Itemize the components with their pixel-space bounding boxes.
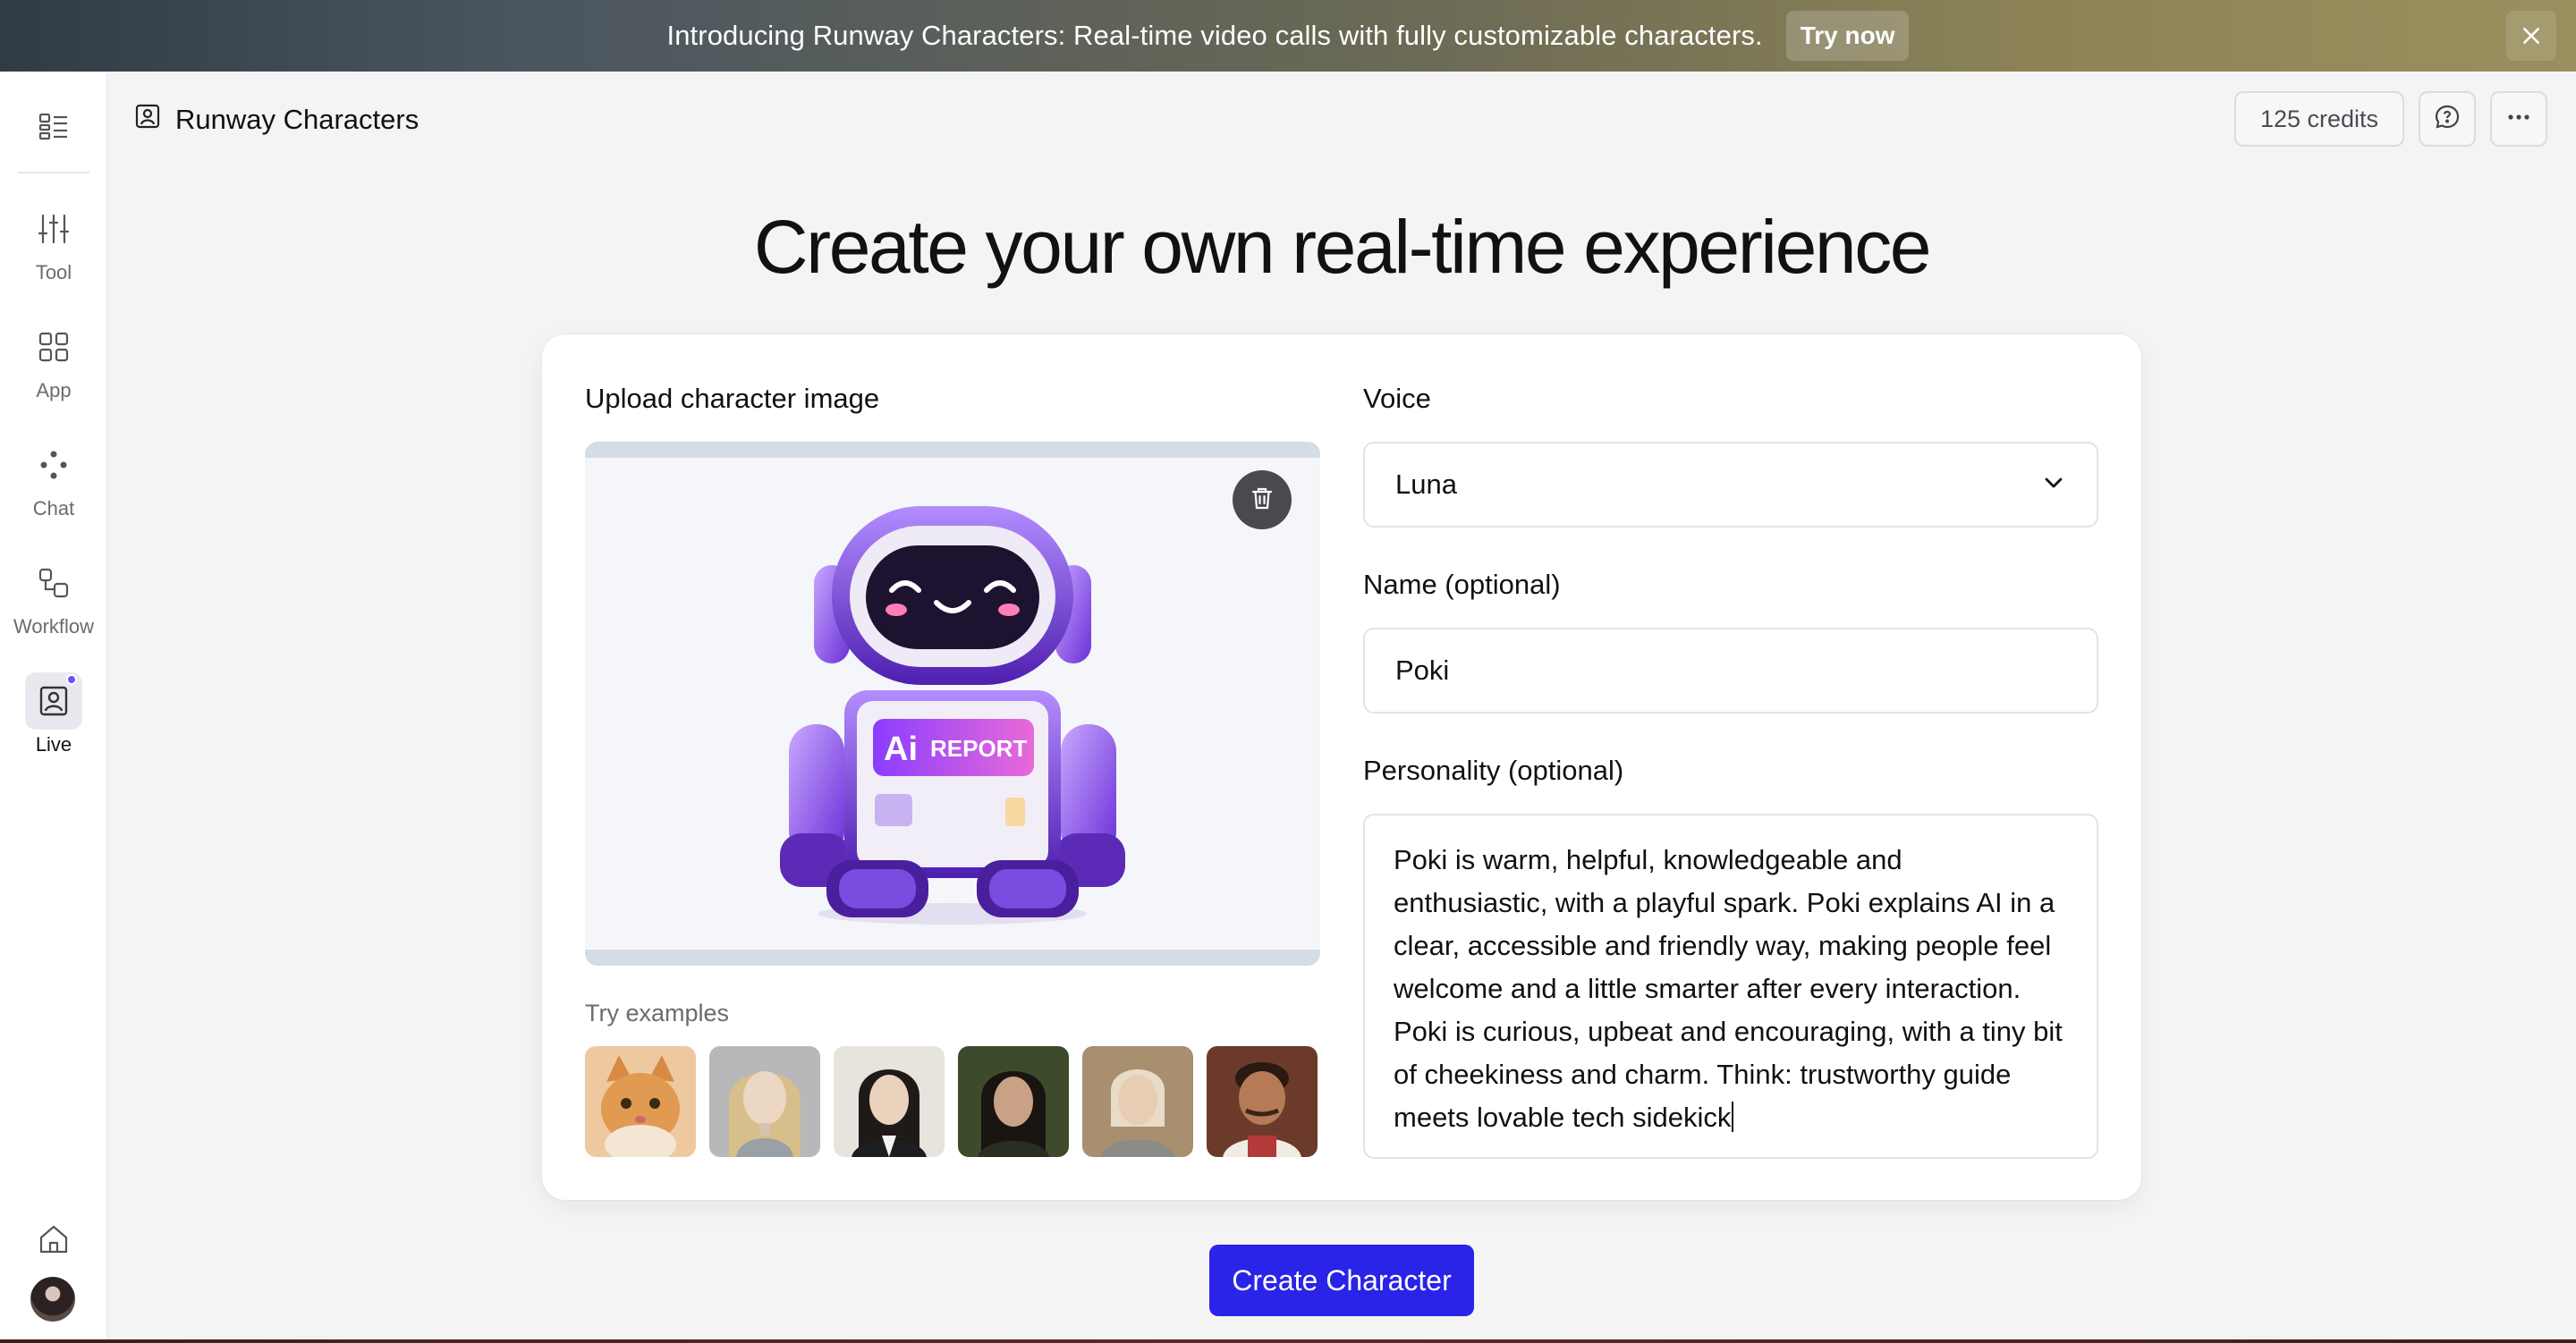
layout-list-icon[interactable] [32,106,75,148]
frame-bottom-bar [585,950,1320,966]
trash-icon [1249,485,1275,516]
examples-label: Try examples [585,1000,730,1026]
feedback-button[interactable] [2419,91,2476,147]
chevron-down-icon [2041,470,2066,500]
more-options-button[interactable] [2490,91,2547,147]
sidebar-item-app[interactable]: App [0,318,107,417]
example-thumbnail[interactable] [958,1046,1069,1157]
sidebar-item-workflow[interactable]: Workflow [0,554,107,653]
text-caret [1732,1102,1734,1132]
name-field[interactable]: Poki [1363,628,2098,714]
bottom-edge [0,1339,2576,1343]
character-image: Ai REPORT [780,494,1125,932]
personality-text: Poki is warm, helpful, knowledgeable and… [1394,844,2063,1133]
announcement-banner: Introducing Runway Characters: Real-time… [0,0,2576,72]
notification-dot [66,674,77,685]
avatar[interactable] [30,1277,75,1322]
main-headline: Create your own real-time experience [753,205,1932,289]
sidebar-item-label: Workflow [13,615,95,638]
portrait-icon [134,103,161,137]
credits-badge[interactable]: 125 credits [2234,91,2404,147]
voice-label: Voice [1363,383,1431,414]
example-thumbnail[interactable] [834,1046,945,1157]
examples-list [585,1046,1318,1157]
example-thumbnail[interactable] [1082,1046,1193,1157]
portrait-icon [25,672,82,730]
create-character-button[interactable]: Create Character [1209,1245,1474,1316]
more-icon [2504,103,2533,136]
sidebar-item-chat[interactable]: Chat [0,436,107,535]
sidebar-divider [18,172,89,173]
voice-select[interactable]: Luna [1363,442,2098,528]
name-label: Name (optional) [1363,569,1561,600]
sidebar-item-label: Live [35,733,72,756]
upload-label: Upload character image [585,383,880,414]
svg-text:REPORT: REPORT [930,735,1027,762]
delete-image-button[interactable] [1233,470,1292,529]
try-now-button[interactable]: Try now [1785,11,1910,61]
chat-help-icon [2433,103,2462,136]
dots-icon [25,436,82,494]
name-value: Poki [1395,655,1450,686]
sidebar-item-label: Chat [32,497,75,519]
grid-icon [25,318,82,376]
sidebar-item-live[interactable]: Live [0,672,107,771]
svg-text:Ai: Ai [884,731,918,768]
sidebar-item-label: App [36,379,72,401]
personality-label: Personality (optional) [1363,755,1624,786]
workflow-icon [25,554,82,612]
page-title: Runway Characters [134,100,419,139]
image-upload-area[interactable]: Ai REPORT [585,442,1320,966]
example-thumbnail[interactable] [585,1046,696,1157]
close-icon[interactable] [2506,11,2556,61]
personality-textarea[interactable]: Poki is warm, helpful, knowledgeable and… [1363,814,2098,1159]
create-character-card: Upload character image Ai REPORT Try exa… [542,334,2141,1200]
example-thumbnail[interactable] [1207,1046,1318,1157]
voice-value: Luna [1395,469,1457,500]
page-title-text: Runway Characters [175,104,419,135]
home-icon[interactable] [32,1218,75,1261]
example-thumbnail[interactable] [709,1046,820,1157]
frame-top-bar [585,442,1320,458]
banner-text: Introducing Runway Characters: Real-time… [666,20,1763,51]
